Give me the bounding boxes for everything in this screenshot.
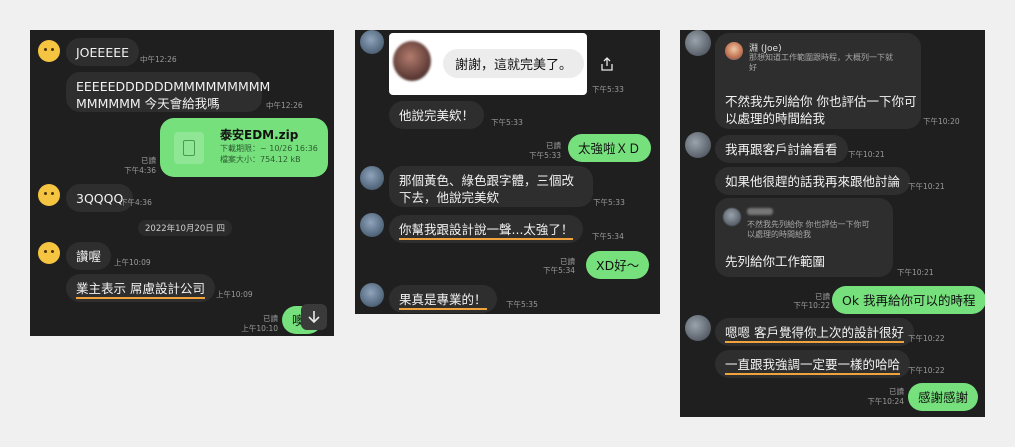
message-time: 下午5:34 (592, 232, 624, 241)
share-icon (601, 57, 613, 71)
message-bubble[interactable]: 感謝感謝 (908, 383, 979, 411)
message-time: 下午10:22 (793, 301, 830, 310)
contact-avatar[interactable] (360, 283, 384, 307)
contact-avatar[interactable] (360, 213, 384, 237)
message-text: 業主表示 屌慮設計公司 (76, 281, 205, 299)
chat-panel-1: JOEEEEE 中午12:26 EEEEEDDDDDDMMMMMMMMM MMM… (30, 30, 334, 336)
message-bubble[interactable]: Ok 我再給你可以的時程 (832, 286, 985, 314)
contact-avatar[interactable] (38, 40, 60, 62)
message-time: 上午10:09 (216, 290, 253, 299)
message-time: 下午5:34 (543, 266, 575, 275)
read-receipt: 已讀 (889, 387, 904, 396)
message-bubble[interactable]: 讚喔 (66, 242, 112, 270)
chat-panel-2: 謝謝，這就完美了。 下午5:33 他說完美欸！ 下午5:33 已讀 下午5:33… (355, 30, 660, 314)
message-time: 下午10:22 (908, 334, 945, 343)
reply-avatar (723, 208, 741, 226)
message-line: 下去，他說完美欸 (399, 190, 500, 205)
date-separator: 2022年10月20日 四 (138, 220, 232, 236)
file-size: 檔案大小：754.12 kB (220, 155, 301, 164)
message-time: 下午5:33 (491, 118, 523, 127)
contact-avatar[interactable] (360, 166, 384, 190)
message-line: 那個黃色、綠色跟字體，三個改 (399, 173, 575, 188)
file-deadline: 下載期限：~ 10/26 16:36 (220, 144, 318, 153)
quoted-image-message[interactable]: 謝謝，這就完美了。 (389, 33, 587, 95)
message-time: 下午5:33 (529, 151, 561, 160)
message-bubble[interactable]: 太強啦ＸＤ (568, 134, 651, 162)
reply-message[interactable]: 淵 (Joe) 那想知道工作範圍跟時程，大概列一下就 好 不然我先列給你 你也評… (715, 33, 921, 129)
message-time: 下午10:20 (923, 117, 960, 126)
message-bubble[interactable]: 業主表示 屌慮設計公司 (66, 274, 215, 302)
message-bubble[interactable]: 嗯嗯 客戶覺得你上次的設計很好 (715, 318, 914, 346)
read-receipt: 已讀 (815, 292, 830, 301)
contact-avatar[interactable] (685, 132, 711, 158)
message-time: 下午10:22 (908, 366, 945, 375)
message-text: 嗯嗯 客戶覺得你上次的設計很好 (725, 325, 904, 343)
contact-avatar[interactable] (360, 30, 384, 54)
message-time: 下午4:36 (120, 198, 152, 207)
message-bubble[interactable]: 我再跟客戶討論看看 (715, 135, 848, 163)
contact-avatar[interactable] (38, 184, 60, 206)
message-time: 下午5:35 (506, 300, 538, 309)
scroll-down-button[interactable] (301, 304, 327, 330)
contact-avatar[interactable] (685, 315, 711, 341)
share-button[interactable] (600, 56, 614, 75)
reply-avatar (725, 42, 743, 60)
read-receipt: 已讀 (263, 314, 278, 323)
reply-message[interactable]: 不然我先列給你 你也評估一下你可 以處理的時間給我 先列給你工作範圍 (715, 198, 893, 277)
message-time: 下午10:21 (908, 182, 945, 191)
reply-author-blurred (747, 208, 773, 215)
message-bubble[interactable]: EEEEEDDDDDDMMMMMMMMM MMMMMM 今天會給我嗎 (66, 72, 271, 112)
message-bubble[interactable]: XD好～ (586, 251, 650, 279)
reply-quote-line: 不然我先列給你 你也評估一下你可 (747, 220, 870, 229)
quoted-text: 謝謝，這就完美了。 (443, 49, 585, 78)
message-line: MMMMMM 今天會給我嗎 (76, 96, 220, 111)
message-time: 下午5:33 (593, 198, 625, 207)
message-time: 中午12:26 (266, 101, 303, 110)
read-receipt: 已讀 (141, 156, 156, 165)
message-bubble[interactable]: 果真是專業的！ (389, 285, 497, 313)
message-bubble[interactable]: 他說完美欸！ (389, 101, 485, 129)
message-text: 果真是專業的！ (399, 292, 487, 310)
reply-quote-line: 以處理的時間給我 (747, 230, 811, 239)
file-name: 泰安EDM.zip (220, 128, 299, 142)
file-icon (174, 132, 204, 164)
message-bubble[interactable]: 那個黃色、綠色跟字體，三個改 下去，他說完美欸 (389, 166, 593, 207)
message-text: 一直跟我強調一定要一樣的哈哈 (725, 357, 901, 375)
contact-avatar[interactable] (685, 30, 711, 56)
file-message[interactable]: 泰安EDM.zip 下載期限：~ 10/26 16:36 檔案大小：754.12… (160, 118, 328, 177)
contact-avatar[interactable] (38, 242, 60, 264)
message-time: 下午5:33 (592, 85, 624, 94)
message-time: 中午12:26 (140, 55, 177, 64)
reply-quote-line: 好 (749, 63, 757, 72)
read-receipt: 已讀 (560, 257, 575, 266)
message-bubble[interactable]: 如果他很趕的話我再來跟他討論 (715, 167, 911, 195)
scroll-down-arrow-icon (308, 311, 320, 324)
message-text: 先列給你工作範圍 (725, 254, 826, 269)
message-text: 你幫我跟設計說一聲...太強了！ (399, 222, 574, 240)
message-time: 下午4:36 (124, 166, 156, 175)
message-time: 下午10:21 (897, 268, 934, 277)
message-bubble[interactable]: 一直跟我強調一定要一樣的哈哈 (715, 350, 911, 378)
message-bubble[interactable]: JOEEEEE (66, 38, 140, 66)
message-time: 上午10:10 (241, 324, 278, 333)
message-line: EEEEEDDDDDDMMMMMMMMM (76, 79, 271, 94)
reply-quote-line: 那想知道工作範圍跟時程，大概列一下就 (749, 53, 893, 62)
message-bubble[interactable]: 你幫我跟設計說一聲...太強了！ (389, 215, 584, 243)
chat-panel-3: 淵 (Joe) 那想知道工作範圍跟時程，大概列一下就 好 不然我先列給你 你也評… (680, 30, 985, 417)
message-line: 以處理的時間給我 (725, 111, 826, 126)
message-time: 下午10:21 (848, 150, 885, 159)
blurred-avatar (393, 41, 431, 81)
read-receipt: 已讀 (546, 141, 561, 150)
message-time: 下午10:24 (867, 397, 904, 406)
message-line: 不然我先列給你 你也評估一下你可 (725, 94, 917, 109)
message-time: 上午10:09 (114, 258, 151, 267)
